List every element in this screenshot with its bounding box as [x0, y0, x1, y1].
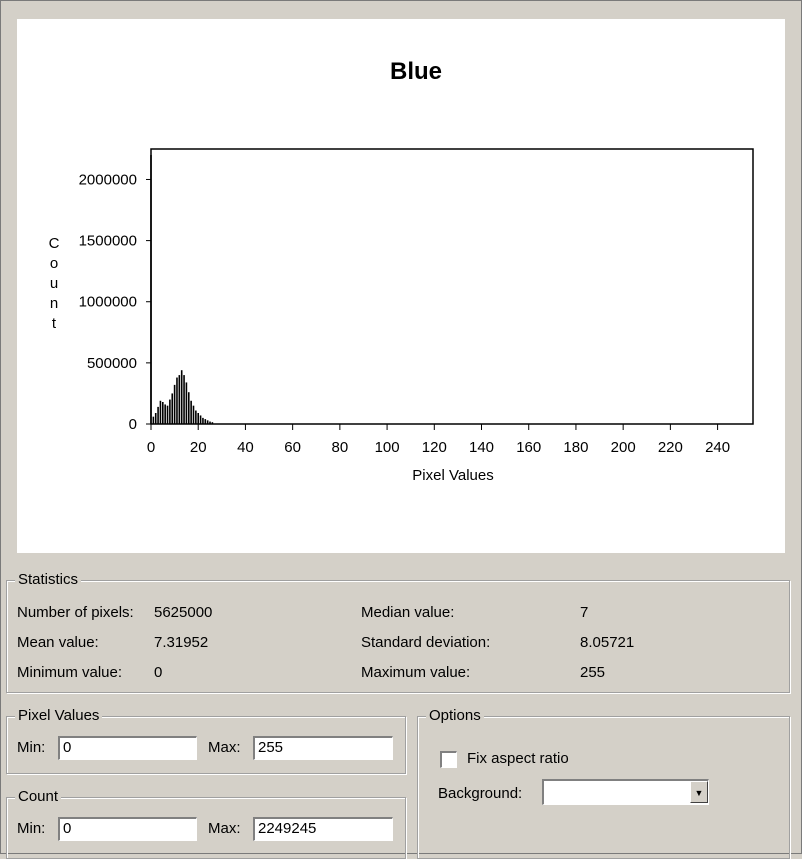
x-tick-label: 140	[469, 439, 494, 456]
y-axis-label-letter: t	[52, 315, 57, 332]
background-dropdown[interactable]: ▼	[542, 779, 709, 805]
maximum-value: 255	[580, 664, 606, 681]
x-tick-label: 20	[190, 439, 207, 456]
x-tick-label: 40	[237, 439, 254, 456]
x-tick-label: 60	[284, 439, 301, 456]
y-axis-label-letter: o	[50, 255, 58, 272]
options-legend: Options	[426, 706, 484, 726]
pixel-max-label: Max:	[208, 739, 241, 756]
x-tick-label: 0	[147, 439, 155, 456]
x-tick-label: 240	[705, 439, 730, 456]
y-axis-label-letter: u	[50, 275, 58, 292]
mean-value-label: Mean value:	[17, 634, 99, 651]
x-tick-label: 220	[658, 439, 683, 456]
pixel-max-input[interactable]: 255	[253, 736, 393, 760]
x-tick-label: 100	[375, 439, 400, 456]
count-min-label: Min:	[17, 820, 46, 837]
median-value-label: Median value:	[361, 604, 455, 621]
y-tick-label: 1000000	[79, 294, 137, 311]
count-max-input[interactable]: 2249245	[253, 817, 393, 841]
num-pixels-value: 5625000	[154, 604, 213, 621]
maximum-value-label: Maximum value:	[361, 664, 471, 681]
x-axis-label: Pixel Values	[412, 467, 493, 484]
y-tick-label: 500000	[87, 355, 137, 372]
count-legend: Count	[15, 787, 62, 807]
pixel-min-label: Min:	[17, 739, 46, 756]
pixel-values-legend: Pixel Values	[15, 706, 103, 726]
num-pixels-label: Number of pixels:	[17, 604, 134, 621]
statistics-group: Statistics Number of pixels: 5625000 Mea…	[6, 570, 790, 693]
pixel-min-input[interactable]: 0	[58, 736, 197, 760]
median-value: 7	[580, 604, 589, 621]
background-label: Background:	[438, 785, 523, 802]
plot-area	[150, 148, 754, 425]
options-group: Options Fix aspect ratio Background: ▼	[417, 706, 790, 859]
x-tick-label: 200	[611, 439, 636, 456]
pixel-values-group: Pixel Values Min: 0 Max: 255	[6, 706, 406, 774]
y-axis-label: Count	[49, 235, 60, 332]
count-group: Count Min: 0 Max: 2249245	[6, 787, 406, 859]
histogram-chart: Blue 0 500000 1000000 1500000 2000000 0 20 40 60…	[49, 58, 754, 484]
statistics-legend: Statistics	[15, 570, 82, 590]
std-deviation-label: Standard deviation:	[361, 634, 491, 651]
x-tick-label: 180	[563, 439, 588, 456]
y-tick-label: 1500000	[79, 233, 137, 250]
x-tick-label: 120	[422, 439, 447, 456]
dropdown-arrow-icon[interactable]: ▼	[690, 781, 708, 803]
x-tick-label: 160	[516, 439, 541, 456]
y-tick-label: 0	[129, 416, 137, 433]
fix-aspect-ratio-checkbox[interactable]	[440, 751, 457, 768]
histogram-chart-panel: Blue 0 500000 1000000 1500000 2000000 0 20 40 60…	[17, 19, 785, 553]
mean-value: 7.31952	[154, 634, 209, 651]
y-tick-label: 2000000	[79, 171, 137, 188]
minimum-value-label: Minimum value:	[17, 664, 123, 681]
count-min-input[interactable]: 0	[58, 817, 197, 841]
minimum-value: 0	[154, 664, 163, 681]
x-tick-label: 80	[332, 439, 349, 456]
chart-title: Blue	[390, 58, 442, 85]
count-max-label: Max:	[208, 820, 241, 837]
y-axis-label-letter: n	[50, 295, 58, 312]
y-axis-label-letter: C	[49, 235, 60, 252]
std-deviation-value: 8.05721	[580, 634, 635, 651]
fix-aspect-ratio-label[interactable]: Fix aspect ratio	[467, 749, 569, 769]
